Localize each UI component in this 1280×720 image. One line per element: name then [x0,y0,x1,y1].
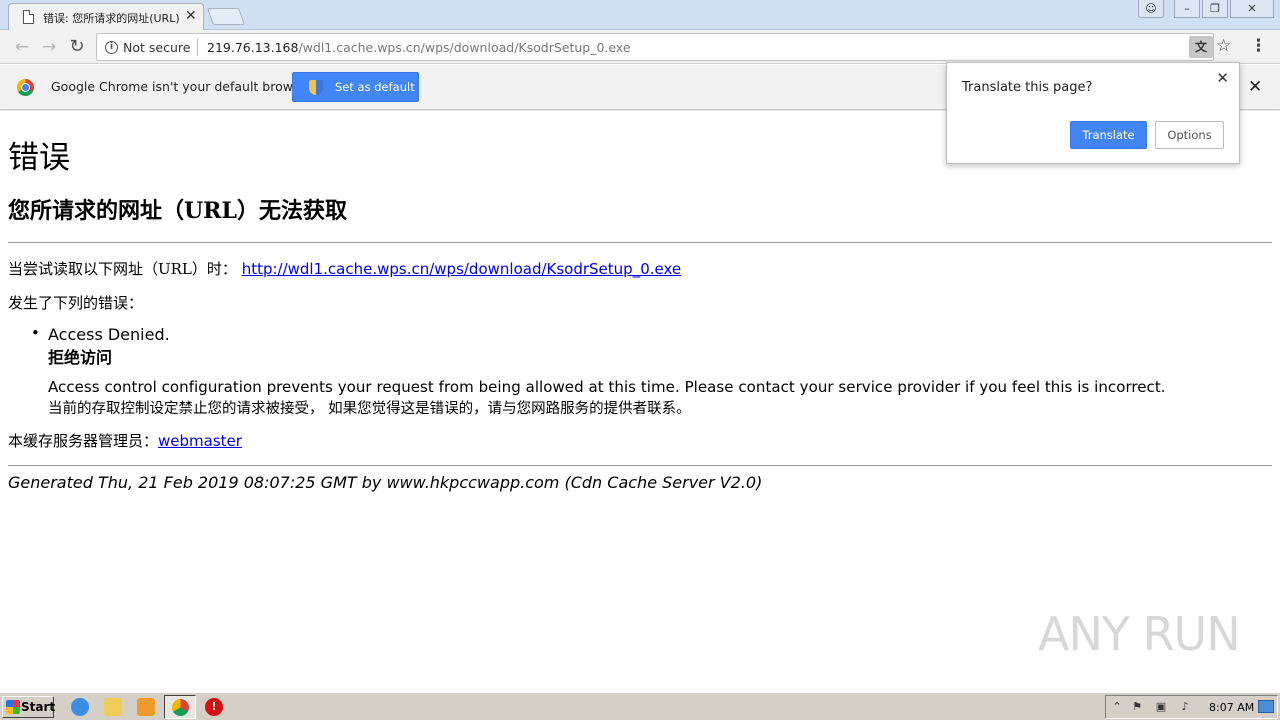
start-label: Start [21,700,56,714]
reload-icon[interactable]: ↻ [66,36,88,58]
show-desktop-icon[interactable] [1258,700,1274,713]
network-icon[interactable]: ▣ [1154,700,1168,714]
file-explorer-icon[interactable] [104,698,122,716]
chrome-icon [172,699,189,716]
back-arrow-icon[interactable]: ← [11,36,33,58]
webmaster-link[interactable]: webmaster [158,432,242,450]
url-text[interactable]: 219.76.13.168/wdl1.cache.wps.cn/wps/down… [207,40,631,55]
translate-bubble-title: Translate this page? [962,80,1093,95]
divider [8,465,1272,466]
tab-title: 错误: 您所请求的网址(URL) [43,12,179,25]
infobar-close-icon[interactable]: ✕ [1248,77,1262,97]
security-label[interactable]: Not secure [123,40,190,55]
footer-generated: Generated Thu, 21 Feb 2019 08:07:25 GMT … [8,473,763,492]
bullet-icon: • [31,324,40,342]
media-player-icon[interactable] [137,698,155,716]
start-button[interactable]: Start [2,696,56,718]
page-subtitle: 您所请求的网址（URL）无法获取 [8,198,347,224]
window-titlebar: 错误: 您所请求的网址(URL) ✕ ☺ – ❐ ✕ [0,0,1280,30]
error-intro: 发生了下列的错误： [8,294,144,312]
admin-prefix: 本缓存服务器管理员： [8,432,159,450]
profile-icon[interactable]: ☺ [1138,0,1164,18]
attempt-prefix: 当尝试读取以下网址（URL）时： [8,260,237,278]
omnibox-separator [197,39,198,56]
attempt-paragraph: 当尝试读取以下网址（URL）时： http://wdl1.cache.wps.c… [8,258,681,279]
translate-button[interactable]: Translate [1070,121,1147,149]
error-title-cn: 拒绝访问 [48,348,113,367]
requested-url-link[interactable]: http://wdl1.cache.wps.cn/wps/download/Ks… [242,260,681,278]
volume-icon[interactable]: ♪ [1178,700,1192,714]
bubble-close-icon[interactable]: ✕ [1216,69,1229,87]
browser-tab[interactable]: 错误: 您所请求的网址(URL) ✕ [8,3,204,30]
windows-taskbar: Start ! ⌃ ⚑ ▣ ♪ 8:07 AM [0,692,1280,720]
minimize-button[interactable]: – [1174,0,1200,18]
tab-close-icon[interactable]: ✕ [185,8,197,24]
options-button[interactable]: Options [1155,121,1224,149]
window-controls: ☺ – ❐ ✕ [1138,0,1274,18]
url-path: /wdl1.cache.wps.cn/wps/download/KsodrSet… [298,40,631,55]
tray-expand-icon[interactable]: ⌃ [1110,700,1124,714]
restore-button[interactable]: ❐ [1202,0,1228,18]
taskbar-chrome-button[interactable] [164,695,196,719]
error-description: Access control configuration prevents yo… [48,378,1166,396]
uac-shield-icon [309,80,323,95]
error-title: Access Denied. [48,325,170,344]
divider [8,242,1272,243]
system-tray: ⌃ ⚑ ▣ ♪ 8:07 AM [1105,695,1278,719]
page-content: 错误 您所请求的网址（URL）无法获取 当尝试读取以下网址（URL）时： htt… [0,111,1280,692]
page-title: 错误 [8,140,70,176]
close-window-button[interactable]: ✕ [1230,0,1274,18]
flag-icon[interactable]: ⚑ [1130,700,1144,714]
browser-toolbar: ← → ↻ i Not secure 219.76.13.168/wdl1.ca… [0,30,1280,64]
info-icon[interactable]: i [105,41,118,54]
translate-icon[interactable]: 文 [1189,36,1213,58]
admin-paragraph: 本缓存服务器管理员：webmaster [8,430,242,451]
internet-explorer-icon[interactable] [71,698,89,716]
menu-kebab-icon[interactable]: ⋮ [1250,36,1267,56]
set-default-button[interactable]: Set as default [292,72,419,102]
forward-arrow-icon[interactable]: → [38,36,60,58]
document-icon [23,10,34,24]
stop-icon[interactable]: ! [205,698,223,716]
chrome-logo-icon [17,79,34,96]
url-host: 219.76.13.168 [207,40,299,55]
infobar-message: Google Chrome isn't your default browser [51,79,313,94]
set-default-label: Set as default [335,80,415,94]
new-tab-button[interactable] [206,8,246,25]
error-description-cn: 当前的存取控制设定禁止您的请求被接受， 如果您觉得这是错误的，请与您网路服务的提… [48,401,691,417]
clock[interactable]: 8:07 AM [1209,701,1254,714]
address-bar[interactable]: i Not secure 219.76.13.168/wdl1.cache.wp… [96,33,1214,61]
bookmark-star-icon[interactable]: ☆ [1216,36,1231,56]
windows-logo-icon [6,700,20,714]
anyrun-watermark: ANY RUN [1038,607,1241,661]
translate-bubble: Translate this page? ✕ Translate Options [946,62,1240,164]
